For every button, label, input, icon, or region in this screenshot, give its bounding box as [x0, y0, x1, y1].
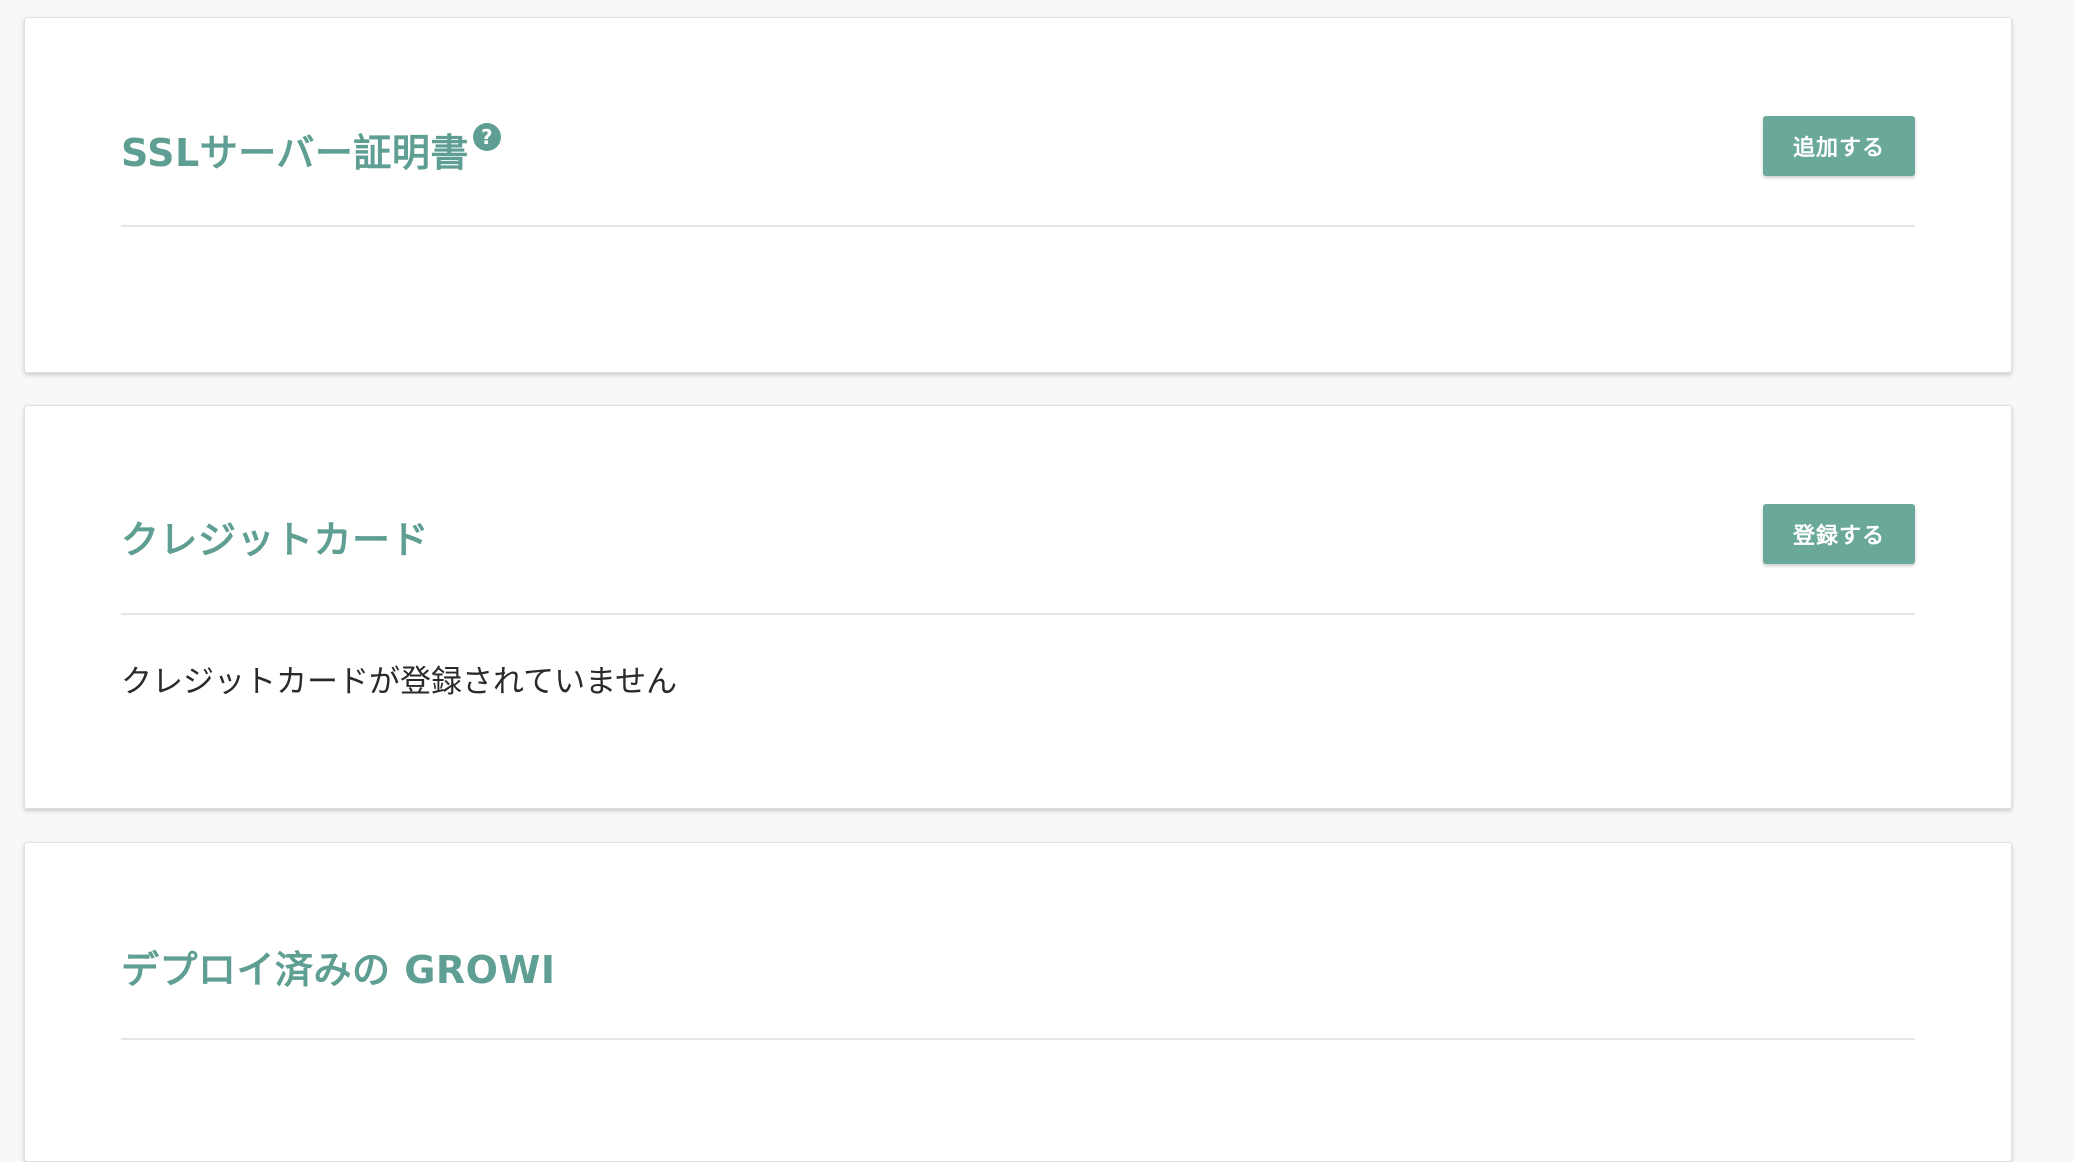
- ssl-certificate-card: SSLサーバー証明書? 追加する: [24, 17, 2012, 373]
- credit-card-divider: [121, 613, 1915, 615]
- ssl-certificate-card-inner: SSLサーバー証明書? 追加する: [121, 18, 1915, 372]
- ssl-certificate-divider: [121, 225, 1915, 227]
- deployed-growi-title: デプロイ済みの GROWI: [121, 948, 556, 992]
- credit-card-empty-message: クレジットカードが登録されていません: [121, 664, 678, 700]
- svg-text:?: ?: [481, 125, 493, 149]
- ssl-certificate-title-text: SSLサーバー証明書: [121, 131, 469, 175]
- deployed-growi-divider: [121, 1038, 1915, 1040]
- add-ssl-certificate-button[interactable]: 追加する: [1763, 116, 1915, 176]
- credit-card-card-inner: クレジットカード 登録する クレジットカードが登録されていません: [121, 406, 1915, 808]
- credit-card-card: クレジットカード 登録する クレジットカードが登録されていません: [24, 405, 2012, 809]
- deployed-growi-card-inner: デプロイ済みの GROWI: [121, 843, 1915, 1161]
- question-circle-icon[interactable]: ?: [471, 118, 503, 162]
- ssl-certificate-title: SSLサーバー証明書?: [121, 122, 503, 177]
- credit-card-title: クレジットカード: [121, 518, 430, 562]
- deployed-growi-card: デプロイ済みの GROWI: [24, 842, 2012, 1162]
- register-credit-card-button[interactable]: 登録する: [1763, 504, 1915, 564]
